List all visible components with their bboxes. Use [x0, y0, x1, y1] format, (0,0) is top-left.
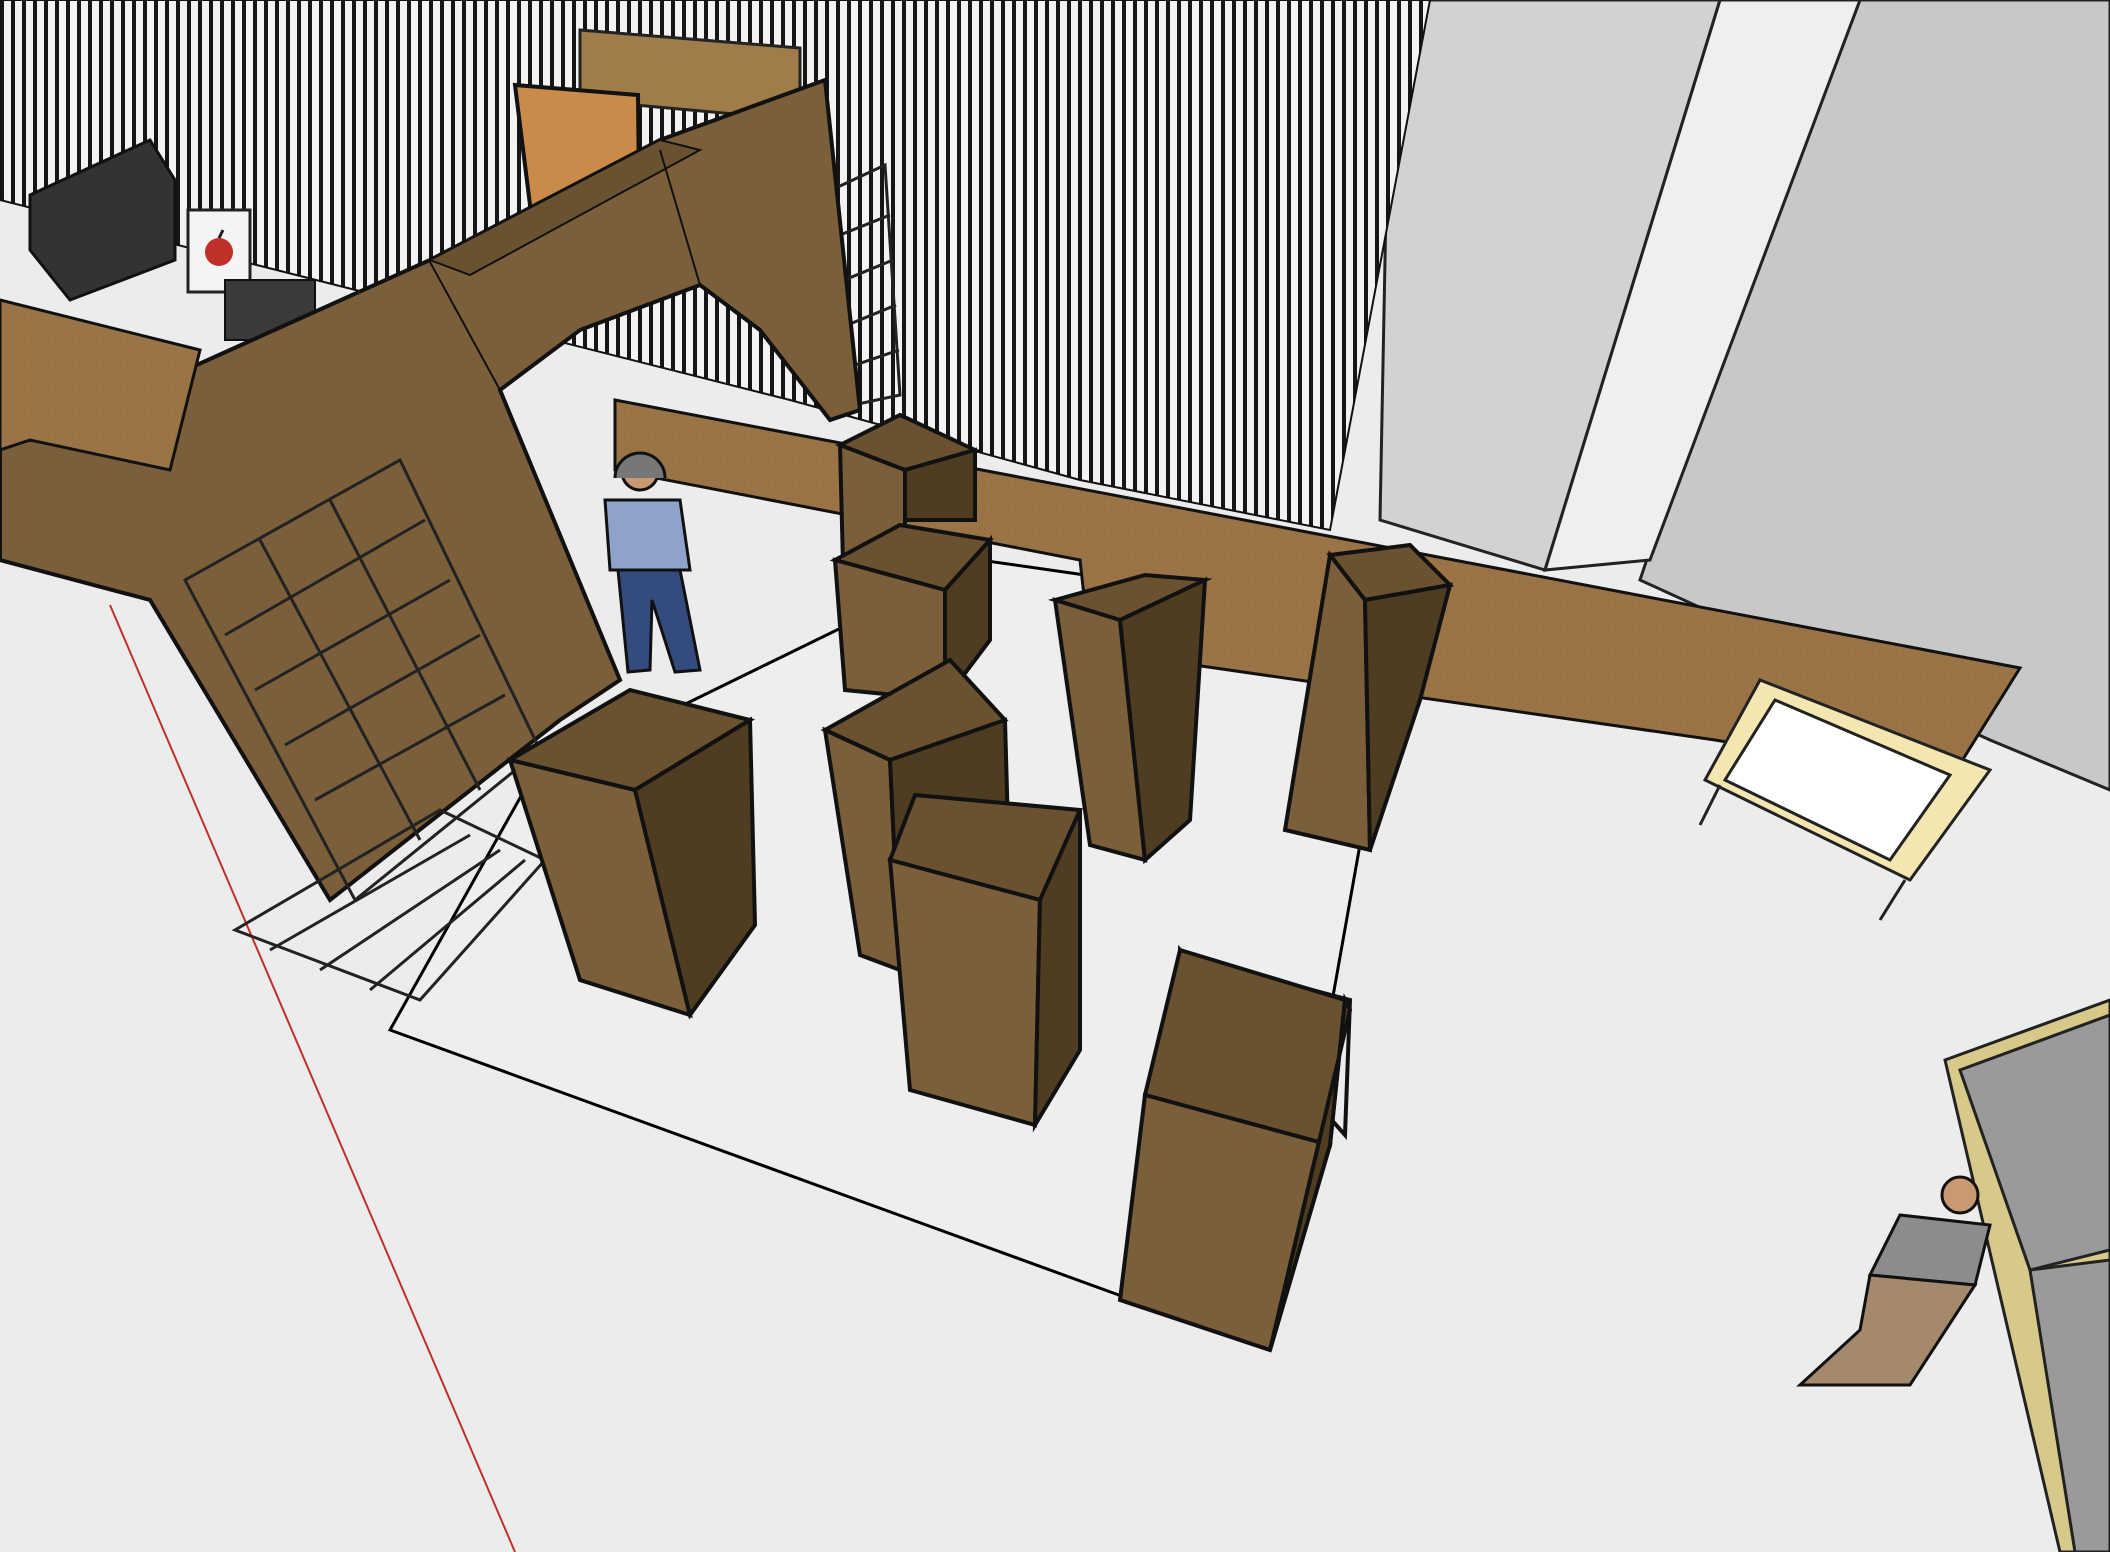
pillar-7 [887, 792, 1083, 1133]
model-viewport[interactable] [0, 0, 2110, 1552]
pillar-3 [829, 522, 994, 706]
